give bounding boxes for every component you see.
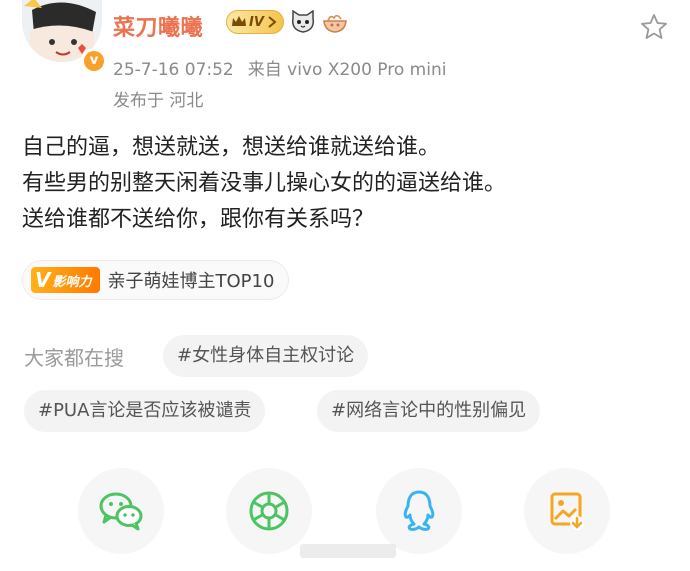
post-content: 自己的逼，想送就送，想送给谁就送给谁。 有些男的别整天闲着没事儿操心女的的逼送给… [22,130,672,238]
search-chip[interactable]: #PUA言论是否应该被谴责 [24,390,266,432]
star-icon [641,14,667,39]
weibo-post-card: v 菜刀曦曦 IV 25-7-16 07:52 来自 vivo X200 Pro… [0,0,690,571]
post-timestamp: 25-7-16 07:52 [113,60,234,80]
post-meta: 25-7-16 07:52 来自 vivo X200 Pro mini [113,55,446,80]
noodle-bowl-icon[interactable] [322,10,348,34]
chevron-right-icon [268,16,277,28]
watermark [300,544,396,558]
level-badge-text: IV [249,14,264,30]
post-line: 有些男的别整天闲着没事儿操心女的的逼送给谁。 [22,171,507,196]
user-badges: IV [226,10,348,34]
share-moments-button[interactable] [226,468,312,554]
verified-v-icon: v [84,51,104,71]
share-wechat-button[interactable] [78,468,164,554]
avatar-container[interactable]: v [18,0,108,80]
influence-tag[interactable]: V 影响力 亲子萌娃博主TOP10 [22,260,290,300]
verified-badge: v [81,48,107,74]
save-image-button[interactable] [524,468,610,554]
share-qq-button[interactable] [376,468,462,554]
search-chip[interactable]: #女性身体自主权讨论 [163,335,369,377]
qq-icon [403,490,435,531]
username[interactable]: 菜刀曦曦 [113,10,203,42]
post-location: 发布于 河北 [113,91,204,111]
post-line: 送给谁都不送给你，跟你有关系吗？ [22,207,375,232]
crown-icon [232,16,246,26]
trending-search-label: 大家都在搜 [24,346,124,370]
post-line: 自己的逼，想送就送，想送给谁就送给谁。 [22,135,441,160]
influence-v-icon: V [35,268,51,292]
search-chip[interactable]: #网络言论中的性别偏见 [317,390,541,432]
influence-logo-text: 影响力 [52,274,92,290]
favorite-star-button[interactable] [640,13,668,41]
influence-label: 亲子萌娃博主TOP10 [107,271,275,292]
influence-logo: V 影响力 [31,267,100,293]
level-badge[interactable]: IV [226,10,284,34]
cat-face-icon[interactable] [290,10,316,34]
wechat-icon [99,492,143,531]
moments-icon [249,491,289,531]
post-source[interactable]: 来自 vivo X200 Pro mini [248,60,447,80]
save-image-icon [550,492,584,530]
